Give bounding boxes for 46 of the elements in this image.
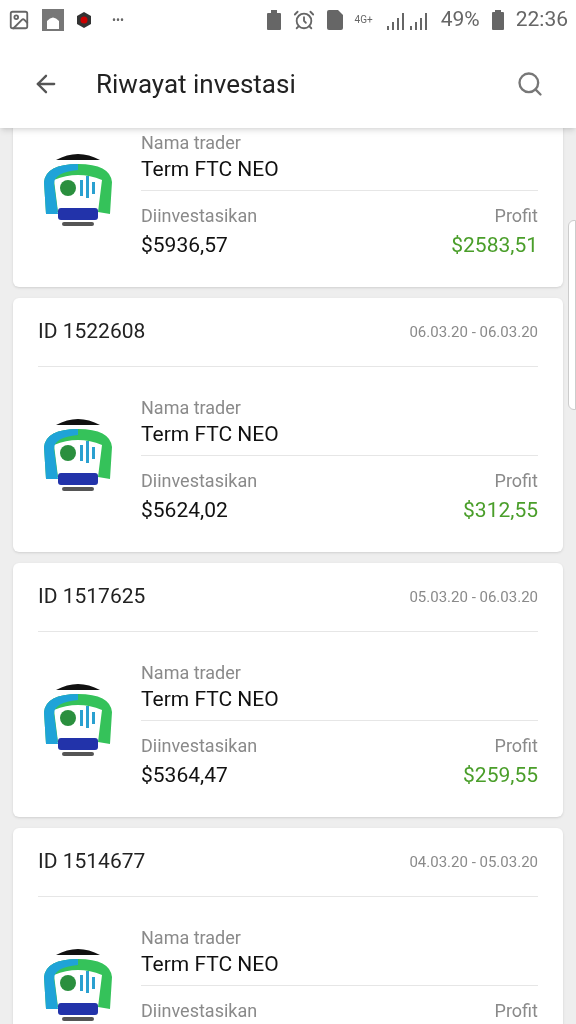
profit-amount: $2583,51 [451,232,538,259]
more-notifications: ••• [112,12,125,29]
battery-percent: 49% [440,6,480,34]
page-title: Riwayat investasi [96,67,297,101]
image-icon [8,9,30,31]
date-range: 04.03.20 - 05.03.20 [409,851,538,873]
investment-id: ID 1517625 [38,583,146,611]
trader-label: Nama trader [141,662,242,684]
investment-card[interactable]: ID 1514677 04.03.20 - 05.03.20 Nama trader Term FTC NEO Diinvestasikan Profit [13,828,563,1024]
invested-amount: $5936,57 [141,232,229,259]
invested-amount: $5364,47 [141,762,229,789]
investment-id: ID 1514677 [38,848,146,876]
invested-label: Diinvestasikan [141,469,258,493]
signal-icon [384,10,429,30]
profit-label: Profit [494,469,538,493]
profit-amount: $259,55 [463,762,538,789]
investment-card[interactable]: ID 1522608 06.03.20 - 06.03.20 Nama trader Term FTC NEO Diinvestasikan $5624,02 Profit $312,55 [13,298,563,552]
clock: 22:36 [515,6,568,34]
trader-name: Term FTC NEO [141,684,538,721]
invested-amount: $5624,02 [141,497,229,524]
investment-card[interactable]: Nama trader Term FTC NEO Diinvestasikan $5936,57 Profit $2583,51 [13,128,563,287]
trader-label: Nama trader [141,132,242,154]
trader-name: Term FTC NEO [141,419,538,456]
battery-saver-icon [266,10,281,30]
trader-name: Term FTC NEO [141,949,538,986]
trader-label: Nama trader [141,927,242,949]
investment-id: ID 1522608 [38,318,146,346]
trader-label: Nama trader [141,397,242,419]
invested-label: Diinvestasikan [141,204,258,228]
battery-icon [491,10,504,30]
sim-card-icon [326,10,343,30]
profit-label: Profit [494,999,538,1023]
network-type: 4G+ [354,15,373,25]
search-icon [516,70,544,98]
trader-name: Term FTC NEO [141,154,538,191]
investment-card[interactable]: ID 1517625 05.03.20 - 06.03.20 Nama trader Term FTC NEO Diinvestasikan $5364,47 Profit $259,55 [13,563,563,817]
invested-label: Diinvestasikan [141,999,258,1023]
date-range: 06.03.20 - 06.03.20 [409,321,538,343]
invested-label: Diinvestasikan [141,734,258,758]
date-range: 05.03.20 - 06.03.20 [409,586,538,608]
hexagon-icon [76,12,92,28]
profit-label: Profit [494,734,538,758]
alarm-icon [292,9,315,31]
profit-label: Profit [494,204,538,228]
mosque-icon [42,9,64,31]
profit-amount: $312,55 [463,497,538,524]
